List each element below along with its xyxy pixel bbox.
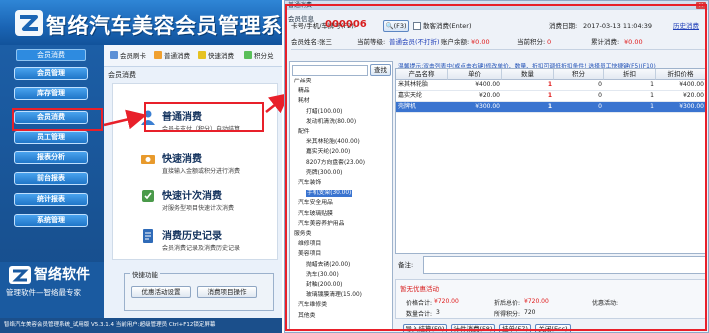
sidebar-heading: 会员消费 <box>16 49 86 61</box>
toolbar-normal-consume[interactable]: 普通消费 <box>154 50 190 62</box>
sidebar-item-system[interactable]: 系统管理 <box>14 214 88 227</box>
cash-icon <box>141 155 155 164</box>
sidebar-item-front-report[interactable]: 前台报表 <box>14 172 88 185</box>
app-banner: 智络汽车美容会员管理系 <box>0 0 282 45</box>
app-logo-icon <box>15 10 43 36</box>
menu-card-history[interactable]: 消费历史记录 会员消费记录及消费历史记录 <box>140 225 268 259</box>
highlight-dialog <box>285 4 707 331</box>
app-window: 智络汽车美容会员管理系 会员消费 会员管理 库存管理 会员消费 员工管理 报表分… <box>0 0 282 333</box>
sidebar-item-analysis[interactable]: 报表分析 <box>14 151 88 164</box>
sidebar-item-member-management[interactable]: 会员管理 <box>14 67 88 80</box>
menu-card-count-consume[interactable]: 快速计次消费 对服务型项目快速计次消费 <box>140 185 268 219</box>
consume-items-button[interactable]: 消费项目操作 <box>197 286 257 298</box>
brand-logo-icon <box>9 266 31 284</box>
toolbar-card-swipe[interactable]: 会员刷卡 <box>110 50 146 62</box>
highlight-menu-card <box>144 102 264 132</box>
sidebar-item-inventory[interactable]: 库存管理 <box>14 87 88 100</box>
sidebar-item-staff[interactable]: 员工管理 <box>14 131 88 144</box>
toolbar-quick-consume[interactable]: 快速消费 <box>198 50 234 62</box>
menu-card-quick-consume[interactable]: 快速消费 直接输入金额或积分进行消费 <box>140 148 268 182</box>
brand-name: 智络软件 <box>34 267 90 283</box>
highlight-sidebar-item <box>12 108 103 131</box>
quick-functions-label: 快捷功能 <box>130 269 160 279</box>
section-title: 会员消费 <box>108 71 136 79</box>
gift-icon <box>244 51 252 59</box>
lightning-icon <box>198 51 206 59</box>
counter-icon <box>142 190 154 202</box>
sidebar: 会员消费 会员管理 库存管理 会员消费 员工管理 报表分析 前台报表 统计报表 … <box>0 45 104 275</box>
brand-area: 智络软件 管理软件—智络最专家 <box>0 262 104 318</box>
history-icon <box>143 229 153 243</box>
promo-settings-button[interactable]: 优惠活动设置 <box>131 286 191 298</box>
sidebar-item-statistics[interactable]: 统计报表 <box>14 193 88 206</box>
status-bar: 智络汽车美容会员管理系统_试用版 V5.3.1.4 当前用户:超级管理员 Ctr… <box>0 318 282 333</box>
brand-slogan: 管理软件—智络最专家 <box>6 288 81 297</box>
main-content: 会员刷卡 普通消费 快速消费 积分兑 会员消费 普通消费 会员卡支付（积分）自动… <box>104 45 282 318</box>
cart-icon <box>154 51 162 59</box>
quick-functions-group: 快捷功能 优惠活动设置 消费项目操作 <box>124 269 274 311</box>
toolbar-points-exchange[interactable]: 积分兑 <box>244 50 274 62</box>
card-icon <box>110 51 118 59</box>
toolbar: 会员刷卡 普通消费 快速消费 积分兑 <box>104 45 282 67</box>
app-title: 智络汽车美容会员管理系 <box>46 14 282 38</box>
